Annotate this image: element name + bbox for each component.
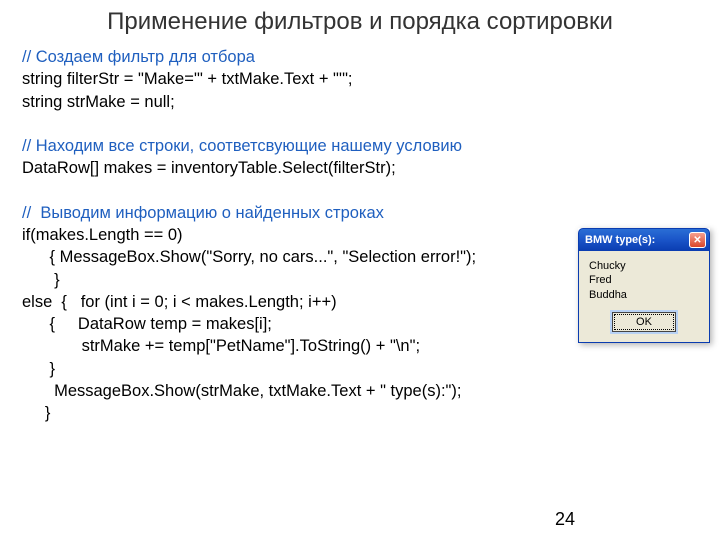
message-box-titlebar[interactable]: BMW type(s): ✕: [578, 228, 710, 251]
code-line: MessageBox.Show(strMake, txtMake.Text + …: [22, 382, 461, 400]
ok-button[interactable]: OK: [612, 312, 676, 332]
code-line: }: [22, 271, 60, 289]
code-line: DataRow[] makes = inventoryTable.Select(…: [22, 159, 396, 177]
list-item: Chucky: [589, 259, 699, 273]
page-number: 24: [555, 509, 575, 530]
code-line: string filterStr = "Make='" + txtMake.Te…: [22, 70, 353, 88]
code-comment: // Находим все строки, соответсвующие на…: [22, 137, 462, 155]
page-title: Применение фильтров и порядка сортировки: [0, 8, 720, 36]
code-line: { MessageBox.Show("Sorry, no cars...", "…: [22, 248, 476, 266]
list-item: Buddha: [589, 288, 699, 302]
code-line: { DataRow temp = makes[i];: [22, 315, 272, 333]
code-line: else { for (int i = 0; i < makes.Length;…: [22, 293, 337, 311]
code-comment: // Создаем фильтр для отбора: [22, 48, 255, 66]
code-line: }: [22, 360, 55, 378]
list-item: Fred: [589, 273, 699, 287]
message-box: BMW type(s): ✕ Chucky Fred Buddha OK: [578, 228, 710, 343]
code-line: string strMake = null;: [22, 93, 175, 111]
message-box-content: Chucky Fred Buddha: [589, 259, 699, 302]
code-line: strMake += temp["PetName"].ToString() + …: [22, 337, 420, 355]
close-button[interactable]: ✕: [689, 232, 706, 248]
code-line: if(makes.Length == 0): [22, 226, 183, 244]
message-box-body: Chucky Fred Buddha OK: [578, 251, 710, 343]
message-box-title: BMW type(s):: [585, 234, 655, 246]
code-line: }: [22, 404, 50, 422]
close-icon: ✕: [693, 235, 701, 246]
code-comment: // Выводим информацию о найденных строка…: [22, 204, 384, 222]
